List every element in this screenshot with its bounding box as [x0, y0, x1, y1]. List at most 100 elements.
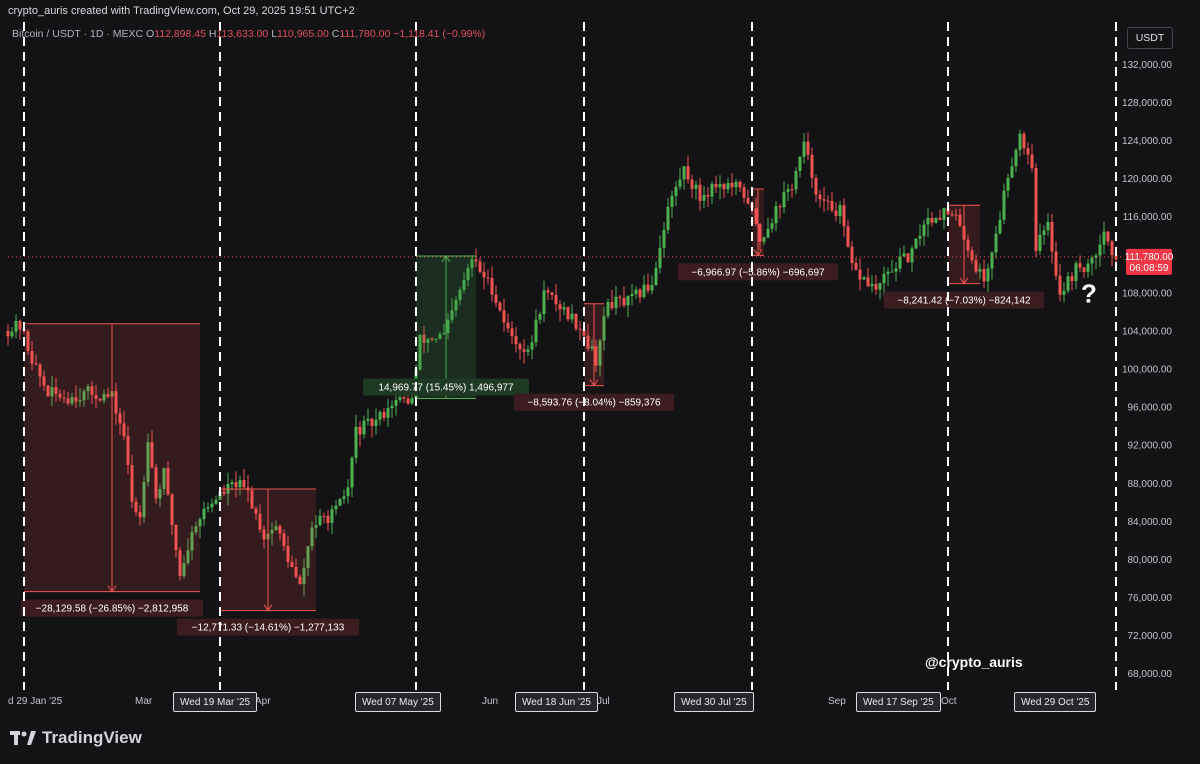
date-tag-07-may[interactable]: Wed 07 May '25 [355, 692, 441, 712]
question-mark: ? [1081, 278, 1097, 308]
y-axis-tick-label: 132,000.00 [1122, 60, 1172, 71]
date-tag-18-jun[interactable]: Wed 18 Jun '25 [515, 692, 598, 712]
candle-body [858, 269, 862, 280]
candle-body [994, 233, 998, 253]
candle-body [774, 206, 778, 224]
candle-body [1082, 267, 1086, 272]
candle-body [346, 487, 350, 497]
candle-body [646, 284, 650, 291]
candle-body [826, 200, 830, 202]
candle-body [686, 166, 690, 180]
candle-body [214, 499, 218, 504]
candle-body [242, 479, 246, 488]
y-axis-tick-label: 72,000.00 [1128, 631, 1173, 642]
candle-body [1014, 149, 1018, 167]
candle-body [14, 320, 18, 332]
candle-body [746, 197, 750, 204]
candle-body [898, 256, 902, 269]
candle-body [606, 302, 610, 316]
chart-page: { "header": { "credit": "crypto_auris cr… [0, 0, 1200, 764]
candle-body [814, 178, 818, 195]
candle-body [390, 405, 394, 409]
candle-body [210, 503, 214, 508]
candle-body [922, 224, 926, 236]
candle-body [846, 226, 850, 247]
candle-body [410, 398, 414, 404]
candle-body [574, 313, 578, 329]
x-axis-month-jul: Jul [597, 696, 610, 707]
candle-body [1010, 166, 1014, 178]
candle-body [1098, 244, 1102, 256]
author-handle: @crypto_auris [925, 654, 1023, 670]
candle-body [658, 247, 662, 268]
candle-body [670, 195, 674, 207]
y-axis-group: 132,000.00 128,000.00 124,000.00 120,000.00… [1122, 60, 1172, 680]
tradingview-logo[interactable]: TradingView [10, 728, 142, 748]
date-tag-19-mar[interactable]: Wed 19 Mar '25 [173, 692, 258, 712]
date-tag-17-sep[interactable]: Wed 17 Sep '25 [856, 692, 941, 712]
candle-body [230, 482, 234, 485]
candle-body [726, 182, 730, 190]
candle-body [534, 319, 538, 343]
candle-body [834, 210, 838, 217]
close-value: 111,780.00 [339, 28, 391, 40]
candle-body [490, 277, 494, 295]
candle-body [710, 183, 714, 197]
candle-body [926, 217, 930, 225]
candle-body [1058, 275, 1062, 295]
candle-body [374, 419, 378, 426]
candle-body [666, 206, 670, 230]
candle-body [882, 273, 886, 284]
candle-body [334, 505, 338, 510]
candle-body [526, 349, 530, 352]
candle-body [878, 283, 882, 290]
candle-body [382, 411, 386, 418]
candle-body [778, 206, 782, 208]
candlestick-chart[interactable]: −28,129.58 (−26.85%) −2,812,958−12,771.3… [0, 0, 1200, 764]
date-tag-30-jul[interactable]: Wed 30 Jul '25 [674, 692, 754, 712]
symbol-label: Bitcoin / USDT · 1D · MEXC [12, 28, 144, 40]
measure-label: −6,966.97 (−5.86%) −696,697 [691, 267, 825, 278]
candle-body [1038, 234, 1042, 251]
candle-body [238, 479, 242, 488]
x-axis-month-jun: Jun [482, 696, 499, 707]
candle-body [682, 166, 686, 180]
candle-body [662, 229, 666, 248]
candle-body [378, 411, 382, 420]
candle-body [630, 293, 634, 296]
measure-label: −28,129.58 (−26.85%) −2,812,958 [36, 604, 189, 615]
candle-body [866, 277, 870, 287]
candle-body [610, 302, 614, 309]
credit-line: crypto_auris created with TradingView.co… [8, 5, 355, 17]
y-axis-tick-label: 68,000.00 [1128, 669, 1173, 680]
x-axis-month-apr: Apr [255, 696, 271, 707]
candle-body [822, 199, 826, 201]
y-axis-tick-label: 128,000.00 [1122, 98, 1172, 109]
open-label: O [146, 28, 155, 40]
candle-body [538, 314, 542, 320]
candle-body [1050, 221, 1054, 252]
candle-body [1078, 263, 1082, 268]
candle-body [990, 252, 994, 269]
candle-body [234, 482, 238, 488]
candle-body [942, 207, 946, 220]
candle-body [510, 328, 514, 337]
currency-button[interactable]: USDT [1127, 27, 1173, 49]
candle-body [342, 496, 346, 499]
candle-body [798, 156, 802, 171]
candle-body [634, 289, 638, 294]
candle-body [862, 277, 866, 280]
candle-body [522, 349, 526, 352]
candle-body [206, 507, 210, 509]
date-tag-29-oct[interactable]: Wed 29 Oct '25 [1014, 692, 1097, 712]
x-axis-month-mar: Mar [135, 696, 153, 707]
y-axis-tick-label: 80,000.00 [1128, 555, 1173, 566]
y-axis-tick-label: 92,000.00 [1128, 441, 1173, 452]
candle-body [566, 307, 570, 320]
candle-body [730, 182, 734, 188]
candle-body [562, 307, 566, 310]
y-axis-tick-label: 88,000.00 [1128, 479, 1173, 490]
candle-body [766, 228, 770, 238]
candle-body [886, 271, 890, 274]
candle-body [318, 515, 322, 526]
